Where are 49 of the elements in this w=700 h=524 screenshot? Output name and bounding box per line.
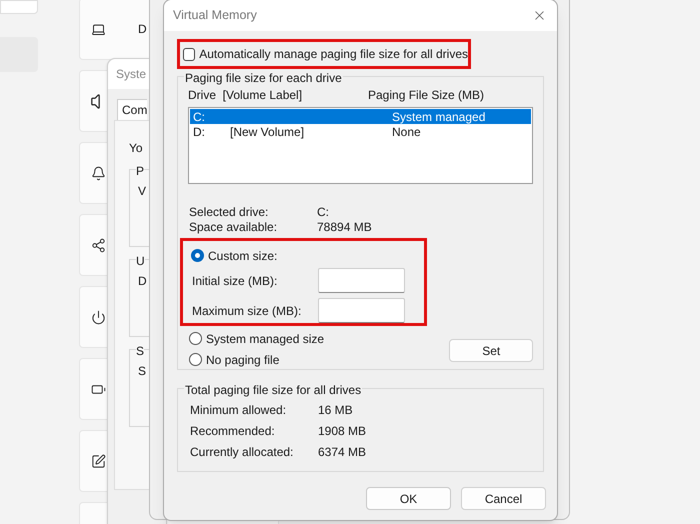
drive-letter: C: — [193, 108, 206, 126]
pen-icon — [91, 454, 106, 468]
tab[interactable]: Com — [117, 99, 148, 120]
window-title: Virtual Memory — [173, 7, 257, 24]
card-title: D — [138, 21, 147, 38]
power-icon — [91, 310, 106, 324]
info-value: 78894 MB — [317, 218, 372, 236]
total-label: Currently allocated: — [190, 444, 294, 460]
radio-label: No paging file — [206, 352, 280, 368]
total-label: Minimum allowed: — [190, 402, 288, 418]
speaker-icon — [91, 94, 100, 108]
laptop-icon — [91, 22, 106, 36]
input-field[interactable] — [318, 268, 405, 293]
total-label: Recommended: — [190, 422, 276, 440]
paging-size: None — [392, 124, 421, 140]
set-button[interactable]: Set — [449, 339, 533, 362]
info-value: C: — [317, 204, 329, 220]
checkbox[interactable] — [183, 48, 196, 60]
checkbox-label: Automatically manage paging file size for all drives — [199, 46, 468, 63]
group-text: V — [138, 183, 146, 200]
drive-letter: D: — [193, 124, 206, 140]
dialog-button[interactable]: OK — [366, 487, 451, 510]
total-value: 16 MB — [318, 402, 353, 418]
info-label: Selected drive: — [189, 204, 270, 220]
search-field[interactable] — [0, 0, 38, 14]
volume-label: [New Volume] — [230, 124, 306, 140]
input-field[interactable] — [318, 298, 405, 323]
field-label: Maximum size (MB): — [192, 302, 302, 320]
info-label: Space available: — [189, 218, 278, 236]
group-text: D — [138, 273, 147, 290]
paging-size: System managed — [392, 108, 486, 126]
description-text: Yo — [129, 140, 144, 157]
drive-row[interactable]: C: System managed — [190, 109, 531, 124]
column-header: Drive [Volume Label] — [188, 86, 304, 104]
total-value: 6374 MB — [318, 444, 366, 460]
drive-row[interactable]: D: [New Volume] None — [190, 124, 531, 139]
share-icon — [91, 238, 106, 252]
radio-button[interactable] — [189, 332, 202, 345]
total-value: 1908 MB — [318, 422, 366, 440]
radio-label: Custom size: — [208, 248, 278, 264]
group-text: S — [138, 363, 146, 380]
dialog-button[interactable]: Cancel — [461, 487, 546, 510]
radio-button[interactable] — [189, 353, 202, 366]
window-title: Syste — [116, 66, 146, 83]
radio-button[interactable] — [191, 249, 204, 262]
radio-label: System managed size — [206, 330, 324, 348]
bell-icon — [91, 166, 106, 180]
field-label: Initial size (MB): — [192, 272, 278, 290]
column-header: Paging File Size (MB) — [368, 86, 484, 104]
